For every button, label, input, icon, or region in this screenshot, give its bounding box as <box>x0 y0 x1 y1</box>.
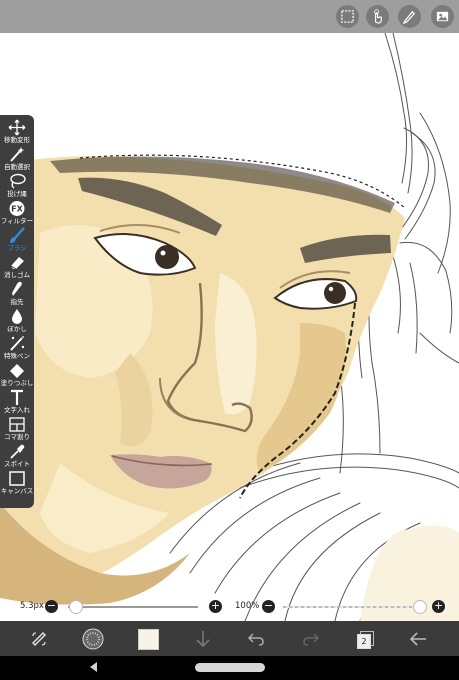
left-eye-highlight <box>160 250 166 256</box>
tool-frame-divide[interactable]: コマ割り <box>0 416 34 442</box>
top-toolbar <box>0 0 459 33</box>
brush-size-slider[interactable] <box>68 606 198 608</box>
tool-label: ぼかし <box>7 325 27 333</box>
current-color-swatch <box>137 628 159 650</box>
fx-filter-icon: FX <box>9 201 25 216</box>
eyedropper-icon <box>10 444 25 459</box>
opacity-slider[interactable] <box>283 606 421 608</box>
tool-lasso[interactable]: 投げ縄 <box>0 173 34 199</box>
tool-blur[interactable]: ぼかし <box>0 308 34 334</box>
tool-toggle-icon[interactable] <box>26 626 52 652</box>
layer-count: 2 <box>357 634 371 649</box>
brush-preview-icon[interactable] <box>80 626 106 652</box>
blur-drop-icon <box>12 309 22 324</box>
color-swatch-button[interactable] <box>135 626 161 652</box>
layer-count-button[interactable]: 2 <box>352 626 378 652</box>
undo-icon[interactable] <box>243 626 269 652</box>
brush-icon <box>10 227 25 243</box>
magic-wand-icon <box>10 147 25 162</box>
download-arrow-icon[interactable] <box>190 626 216 652</box>
hand-touch-icon[interactable] <box>366 5 389 28</box>
lasso-icon <box>10 173 26 189</box>
tool-label: 指先 <box>10 298 24 306</box>
tool-move-transform[interactable]: 移動変形 <box>0 119 34 145</box>
tool-palette: 移動変形 自動選択 投げ縄 FX フィルター ブラシ 消しゴム 指先 ぼかし 特… <box>0 115 34 508</box>
tool-text[interactable]: 文字入れ <box>0 389 34 415</box>
layer-photo-icon[interactable] <box>431 5 454 28</box>
tool-finger[interactable]: 指先 <box>0 281 34 307</box>
right-eye-highlight <box>328 286 334 292</box>
tool-eyedropper[interactable]: スポイト <box>0 443 34 469</box>
canvas-icon <box>9 471 25 486</box>
tool-label: ブラシ <box>7 244 27 252</box>
drawing-canvas[interactable] <box>0 33 459 621</box>
bottom-toolbar: 2 <box>0 621 459 656</box>
special-pen-icon <box>10 336 25 351</box>
tool-label: スポイト <box>4 460 30 468</box>
brush-size-slider-knob[interactable] <box>68 600 83 614</box>
tool-label: キャンバス <box>0 487 34 495</box>
opacity-decrease-button[interactable]: − <box>262 600 275 613</box>
tool-label: 移動変形 <box>4 136 30 144</box>
text-icon <box>11 389 23 405</box>
brush-slider-bar: 5.3px − + 100% − + <box>0 596 459 620</box>
brush-size-decrease-button[interactable]: − <box>45 600 58 613</box>
tool-label: 特殊ペン <box>4 352 30 360</box>
finger-smudge-icon <box>12 281 22 296</box>
fill-bucket-icon <box>10 364 24 378</box>
tool-brush[interactable]: ブラシ <box>0 227 34 253</box>
tool-label: 塗りつぶし <box>0 379 34 387</box>
opacity-value: 100% <box>235 601 260 611</box>
tool-label: 消しゴム <box>4 271 30 279</box>
tool-fill[interactable]: 塗りつぶし <box>0 362 34 388</box>
tool-label: コマ割り <box>4 433 30 441</box>
svg-text:FX: FX <box>11 205 23 214</box>
tool-label: 投げ縄 <box>7 190 27 198</box>
opacity-increase-button[interactable]: + <box>432 600 445 613</box>
eraser-icon <box>10 257 24 270</box>
brush-size-increase-button[interactable]: + <box>209 600 222 613</box>
brush-size-value: 5.3px <box>20 601 44 611</box>
opacity-slider-knob[interactable] <box>413 600 427 614</box>
tool-special-pen[interactable]: 特殊ペン <box>0 335 34 361</box>
nav-home-pill[interactable] <box>195 663 265 672</box>
tool-filter[interactable]: FX フィルター <box>0 200 34 226</box>
move-transform-icon <box>8 119 26 136</box>
left-iris <box>155 245 179 269</box>
nav-back-icon[interactable] <box>90 662 97 672</box>
back-arrow-icon[interactable] <box>405 626 431 652</box>
tool-eraser[interactable]: 消しゴム <box>0 254 34 280</box>
system-navigation-bar <box>0 656 459 680</box>
tool-label: フィルター <box>0 217 34 225</box>
tool-magic-wand[interactable]: 自動選択 <box>0 146 34 172</box>
tool-label: 文字入れ <box>4 406 30 414</box>
tool-canvas[interactable]: キャンバス <box>0 470 34 496</box>
frame-divide-icon <box>9 417 25 432</box>
selection-icon[interactable] <box>336 5 359 28</box>
artwork <box>0 33 459 621</box>
ruler-pen-icon[interactable] <box>398 5 421 28</box>
right-iris <box>324 282 346 304</box>
tool-label: 自動選択 <box>4 163 30 171</box>
redo-icon[interactable] <box>298 626 324 652</box>
